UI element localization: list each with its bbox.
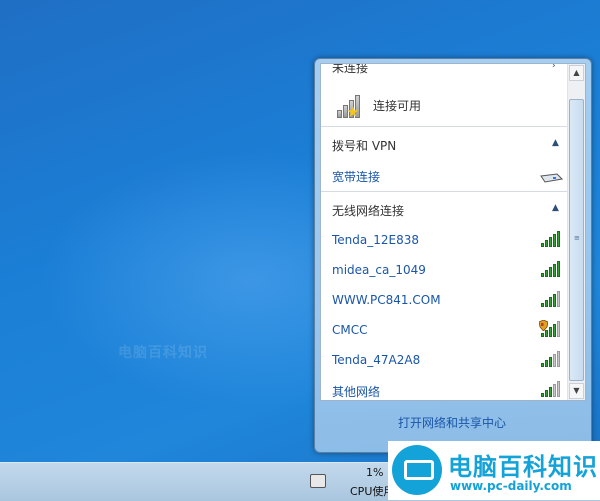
wifi-network-item[interactable]: Tenda_12E838 xyxy=(332,233,419,247)
connection-broadband[interactable]: 宽带连接 xyxy=(332,168,380,185)
wifi-signal-icon xyxy=(541,261,563,277)
network-flyout: 未连接 › 连接可用 拨号和 VPN ▲ 宽带连接 无线网络连接 ▲ Tenda… xyxy=(314,58,592,453)
wifi-network-item[interactable]: CMCC xyxy=(332,323,368,337)
chevron-right-icon[interactable]: › xyxy=(552,64,556,71)
logo-title: 电脑百科知识 xyxy=(448,453,598,481)
logo-url: www.pc-daily.com xyxy=(450,479,572,493)
chevron-up-icon[interactable]: ▲ xyxy=(552,203,559,213)
other-networks-item[interactable]: 其他网络 xyxy=(332,383,380,400)
vertical-scrollbar[interactable]: ▲ ≡ ▼ xyxy=(567,64,585,400)
monitor-icon xyxy=(392,445,442,495)
divider xyxy=(321,191,568,192)
faint-watermark: 电脑百科知识 xyxy=(118,345,208,361)
wifi-signal-icon xyxy=(541,381,563,397)
open-network-sharing-center-link[interactable]: 打开网络和共享中心 xyxy=(320,401,584,445)
section-header-wireless[interactable]: 无线网络连接 xyxy=(332,202,404,219)
not-connected-label: 未连接 xyxy=(332,63,369,75)
security-shield-icon xyxy=(539,320,548,331)
cpu-percent: 1% xyxy=(366,466,384,479)
scroll-thumb[interactable]: ≡ xyxy=(569,99,584,381)
network-list-panel: 未连接 › 连接可用 拨号和 VPN ▲ 宽带连接 无线网络连接 ▲ Tenda… xyxy=(320,63,586,401)
scroll-up-arrow-icon[interactable]: ▲ xyxy=(569,65,584,81)
site-watermark-logo: 电脑百科知识 www.pc-daily.com xyxy=(388,441,600,500)
wifi-network-item[interactable]: midea_ca_1049 xyxy=(332,263,426,277)
scroll-down-arrow-icon[interactable]: ▼ xyxy=(569,383,584,399)
chevron-up-icon[interactable]: ▲ xyxy=(552,138,559,148)
grip-icon: ≡ xyxy=(574,234,580,242)
wifi-signal-icon xyxy=(541,351,563,367)
connection-available-icon xyxy=(337,92,369,118)
wifi-network-item[interactable]: WWW.PC841.COM xyxy=(332,293,441,307)
wifi-signal-icon xyxy=(541,231,563,247)
broadband-modem-icon xyxy=(540,173,563,183)
wifi-signal-icon xyxy=(539,320,563,337)
divider xyxy=(321,126,568,127)
connection-status-text: 连接可用 xyxy=(373,99,422,113)
wifi-network-item[interactable]: Tenda_47A2A8 xyxy=(332,353,420,367)
wifi-signal-icon xyxy=(541,291,563,307)
network-list: 未连接 › 连接可用 拨号和 VPN ▲ 宽带连接 无线网络连接 ▲ Tenda… xyxy=(321,64,568,400)
section-header-dialup-vpn[interactable]: 拨号和 VPN xyxy=(332,137,396,154)
keyboard-icon[interactable] xyxy=(310,474,326,488)
